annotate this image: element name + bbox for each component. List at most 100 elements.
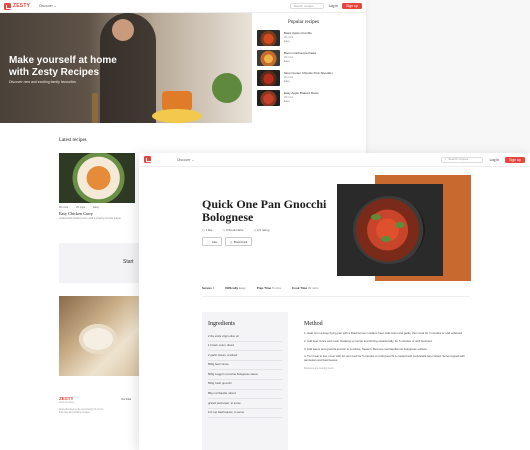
prep-time: 30 mins: [59, 206, 69, 209]
bookmark-button[interactable]: ▯ Bookmark: [225, 237, 253, 246]
signup-button[interactable]: Sign up: [342, 3, 362, 9]
cook-time: 25 mins: [76, 206, 86, 209]
popular-recipes: Popular recipes Basic Apple Crumble 20 mi…: [252, 13, 366, 123]
popular-item-level: Easy: [284, 79, 290, 83]
basil-leaf-shape: [371, 214, 381, 220]
ingredient-item: 1/2 cup basil leaves, to serve: [208, 409, 282, 419]
recipe-card-desc: A flavourful chicken curry with a creamy…: [59, 217, 122, 220]
hero-subtitle: Discover new and exciting family favouri…: [9, 80, 76, 84]
search-placeholder: Search recipes: [448, 157, 469, 161]
rating: 4.5 rating: [253, 228, 270, 232]
footer-links[interactable]: Our links: [121, 398, 131, 401]
method-step: 4. Turn heat to low, cover with lid, and…: [304, 354, 465, 363]
popular-item-level: Easy: [284, 39, 290, 43]
chevron-down-icon: ⌄: [191, 157, 195, 162]
hero-pot-shape: [162, 91, 192, 111]
discover-label: Discover: [177, 157, 191, 162]
likes-count: 1 like: [202, 228, 212, 232]
heart-icon: ♡: [207, 239, 210, 244]
popular-title: Popular recipes: [288, 20, 319, 25]
method-title: Method: [304, 321, 323, 327]
recipe-thumbnail: [257, 30, 280, 46]
signup-button[interactable]: Sign up: [505, 156, 525, 163]
footer-sub: Zesty Recipes: [59, 401, 75, 404]
basil-leaf-shape: [381, 236, 391, 242]
ingredient-item: 80g mozzarella, sliced: [208, 390, 282, 400]
popular-item[interactable]: Bacon Carbonara Pasta 20 mins Easy: [257, 49, 361, 67]
pot-icon: [144, 156, 152, 163]
brand-name: ZESTY: [13, 3, 31, 9]
top-nav: Discover ⌄ ⌕ Search recipes Log in Sign …: [139, 153, 530, 167]
ingredient-item: 2 tbs extra virgin olive oil: [208, 332, 282, 342]
ingredient-item: 2 garlic cloves, crushed: [208, 351, 282, 361]
start-text: Start: [123, 259, 134, 265]
recipe-stats: 1 like 0 Bookmarks 4.5 rating: [202, 228, 269, 232]
latest-title: Latest recipes: [59, 138, 87, 143]
footer: ZESTY Zesty Recipes Zesty Recipes is the…: [59, 396, 139, 415]
login-link[interactable]: Log in: [329, 4, 339, 8]
hero-banner: Make yourself at home with Zesty Recipes…: [0, 13, 252, 123]
like-button[interactable]: ♡ Like: [202, 237, 223, 246]
popular-item[interactable]: Easy Apple Braised Roots 20 mins Easy: [257, 89, 361, 107]
discover-menu[interactable]: Discover ⌄: [39, 4, 57, 8]
recipe-thumbnail: [257, 70, 280, 86]
hero-bottle-shape: [92, 93, 98, 123]
method-step: 2. Add beef mince and cook, breaking up …: [304, 338, 433, 343]
footer-desc: Zesty Recipes is the community for you t…: [59, 408, 104, 415]
ingredients-title: Ingredients: [208, 321, 235, 327]
hero-bowl-shape: [152, 109, 202, 123]
brand-logo[interactable]: [144, 156, 152, 163]
like-label: Like: [211, 239, 218, 244]
start-panel: Start: [59, 243, 139, 283]
recipe-card-title: Easy Chicken Curry: [59, 211, 93, 216]
reviews-note: Reviews are coming soon: [304, 366, 334, 370]
bookmark-icon: ▯: [230, 239, 232, 244]
pot-icon: [4, 2, 12, 10]
hero-head-shape: [112, 19, 134, 41]
bookmarks-count: 0 Bookmarks: [222, 228, 244, 232]
difficulty: Easy: [93, 206, 99, 209]
discover-label: Discover: [39, 4, 53, 8]
hero-plant-shape: [212, 73, 242, 103]
brand-logo[interactable]: ZESTY: [4, 2, 31, 10]
search-input[interactable]: ⌕ Search recipes: [440, 156, 483, 163]
pan-shape: [353, 196, 425, 264]
ingredient-item: grated parmesan, to serve: [208, 399, 282, 409]
method-step: 1. Heat oil in a deep frying pan with a …: [304, 331, 463, 335]
discover-menu[interactable]: Discover ⌄: [177, 158, 195, 162]
recipe-actions: ♡ Like ▯ Bookmark: [202, 237, 253, 246]
fact-prep-time: Prep Time 5 mins: [256, 286, 281, 290]
search-input[interactable]: Search recipes: [289, 3, 324, 9]
popular-item-level: Easy: [284, 99, 290, 103]
chevron-down-icon: ⌄: [53, 4, 57, 8]
food-photo: [59, 296, 139, 376]
method-step: 3. Add sauce and gnocchi and stir to com…: [304, 346, 428, 351]
divider: [202, 296, 470, 297]
ingredients-panel: Ingredients 2 tbs extra virgin olive oil…: [202, 312, 288, 450]
recipe-window: Discover ⌄ ⌕ Search recipes Log in Sign …: [139, 153, 530, 450]
recipe-hero-image: [337, 184, 443, 276]
recipe-card-image: [59, 153, 135, 203]
fact-difficulty: Difficulty Easy: [225, 286, 246, 290]
hero-title: Make yourself at home with Zesty Recipes: [9, 55, 117, 78]
recipe-thumbnail: [257, 90, 280, 106]
basil-leaf-shape: [395, 222, 405, 228]
ingredient-item: 500g fresh gnocchi: [208, 380, 282, 390]
login-link[interactable]: Log in: [490, 158, 500, 162]
ingredient-item: 1 brown onion, diced: [208, 342, 282, 352]
bookmark-label: Bookmark: [233, 239, 248, 244]
recipe-card-meta: 30 mins 25 mins Easy: [59, 206, 135, 209]
search-icon: ⌕: [444, 157, 447, 161]
ingredient-item: 500g Leggo's red wine bolognese sauce: [208, 370, 282, 380]
top-nav: ZESTY Discover ⌄ Search recipes Log in S…: [0, 0, 366, 13]
method-section: Method 1. Heat oil in a deep frying pan …: [304, 321, 472, 370]
recipe-card[interactable]: 30 mins 25 mins Easy Easy Chicken Curry …: [59, 153, 135, 233]
popular-item[interactable]: Basic Apple Crumble 20 mins Easy: [257, 29, 361, 47]
fact-cook-time: Cook Time 30 mins: [291, 286, 319, 290]
ingredient-item: 500g beef mince: [208, 361, 282, 371]
recipe-title: Quick One Pan Gnocchi Bolognese: [202, 197, 327, 224]
recipe-facts: Serves 4 Difficulty Easy Prep Time 5 min…: [202, 286, 319, 290]
fact-serves: Serves 4: [202, 286, 215, 290]
recipe-thumbnail: [257, 50, 280, 66]
popular-item[interactable]: Slow Cooker Chipotle Pork Shoulder 20 min…: [257, 69, 361, 87]
